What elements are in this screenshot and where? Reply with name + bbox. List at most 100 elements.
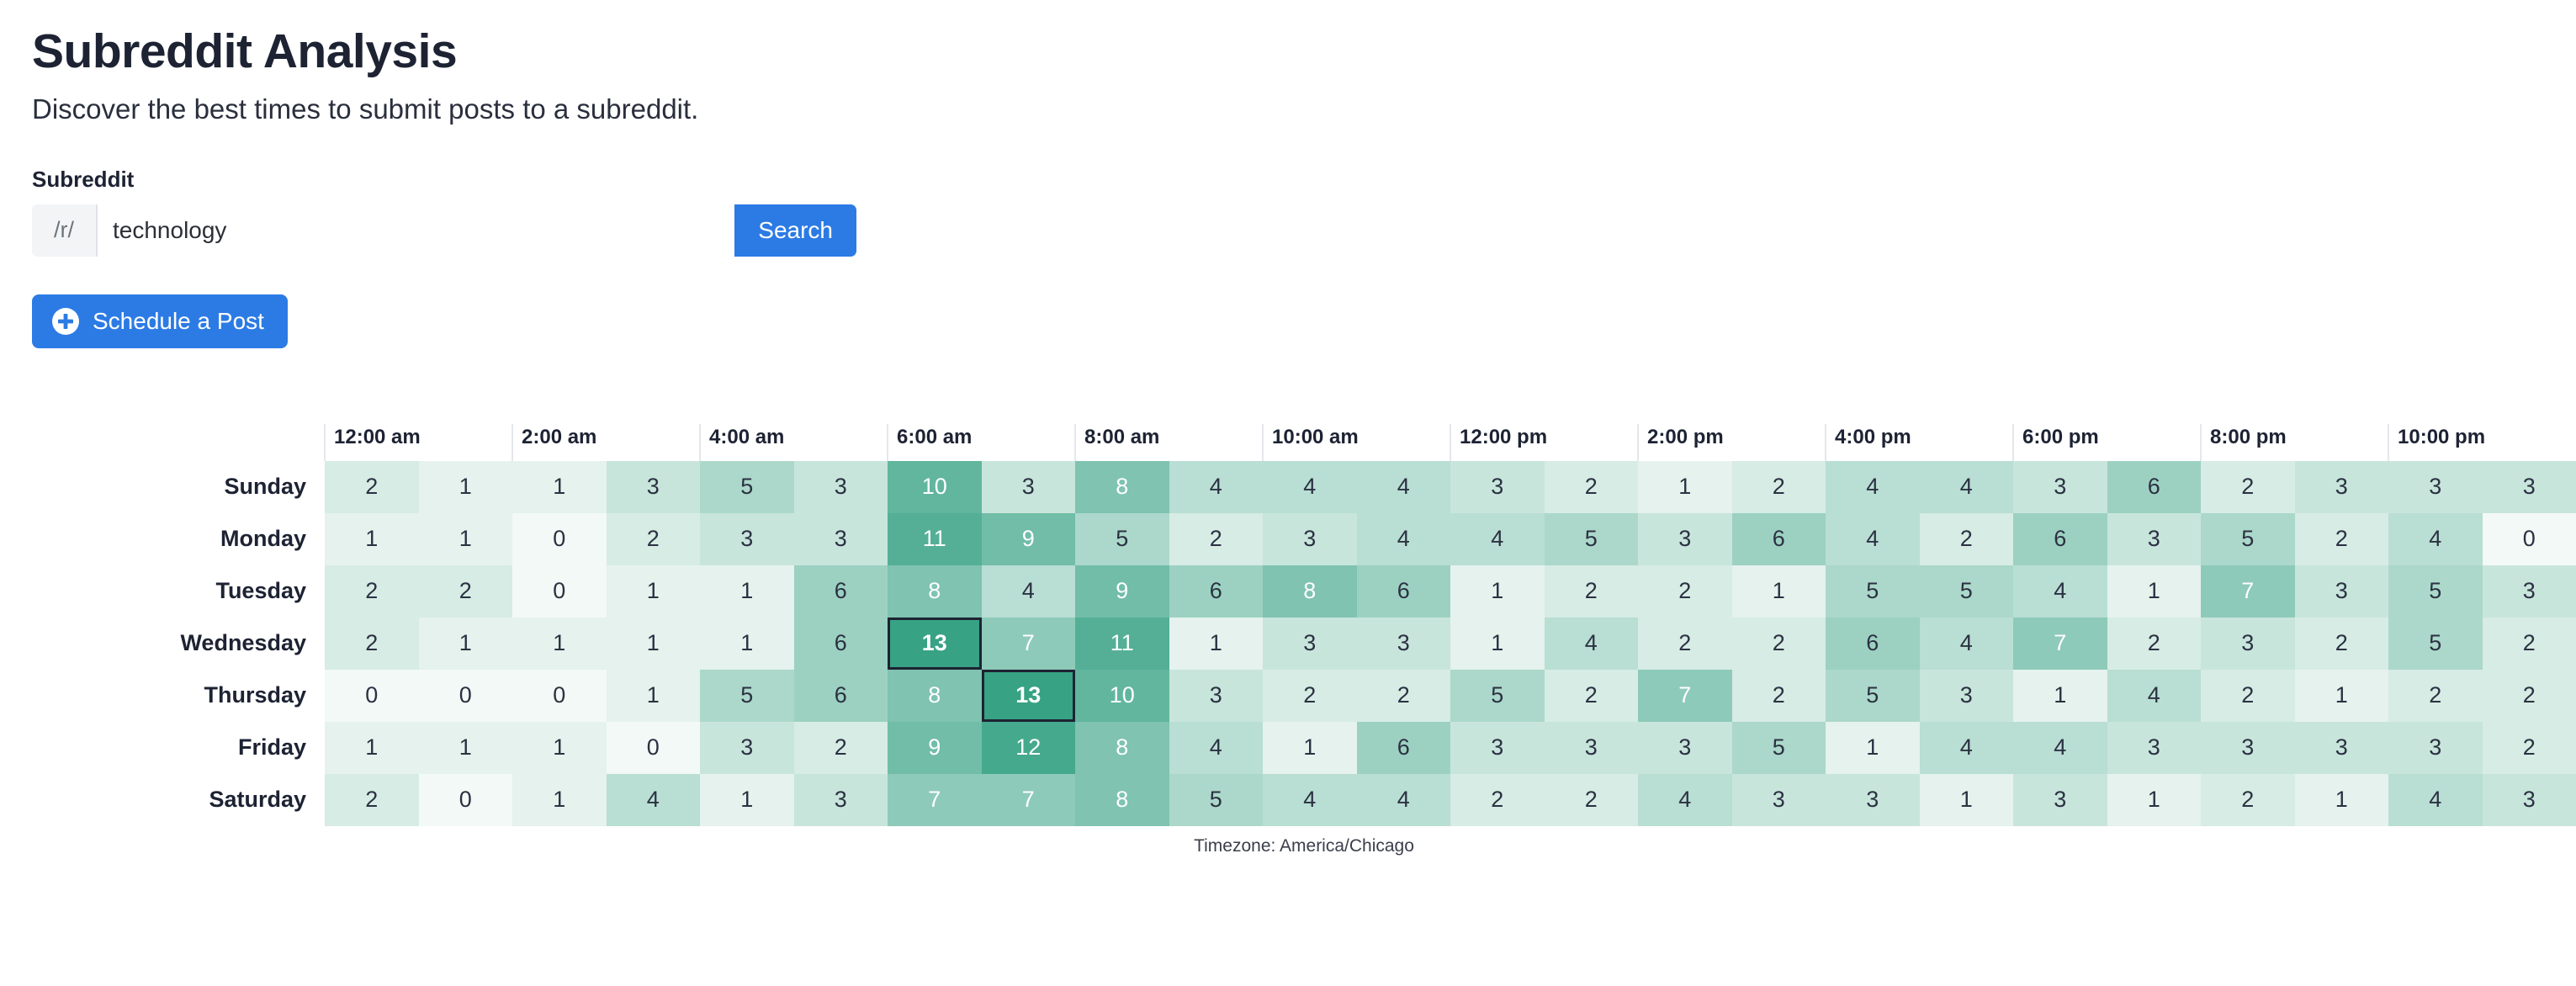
heatmap-cell[interactable]: 3 — [793, 512, 888, 565]
heatmap-cell[interactable]: 3 — [2482, 773, 2576, 826]
heatmap-cell[interactable]: 2 — [793, 721, 888, 774]
heatmap-cell[interactable]: 3 — [793, 773, 888, 826]
heatmap-cell[interactable]: 7 — [981, 773, 1075, 826]
heatmap-cell[interactable]: 4 — [1638, 773, 1732, 826]
heatmap-cell[interactable]: 4 — [1169, 721, 1263, 774]
heatmap-cell[interactable]: 2 — [2482, 617, 2576, 670]
heatmap-cell[interactable]: 2 — [2201, 669, 2295, 722]
heatmap-cell[interactable]: 1 — [1638, 460, 1732, 513]
heatmap-cell[interactable]: 4 — [1356, 773, 1450, 826]
heatmap-cell[interactable]: 2 — [2107, 617, 2201, 670]
heatmap-cell[interactable]: 5 — [700, 460, 794, 513]
heatmap-cell[interactable]: 2 — [325, 460, 419, 513]
heatmap-cell[interactable]: 12 — [981, 721, 1075, 774]
heatmap-cell[interactable]: 1 — [512, 617, 607, 670]
heatmap-cell[interactable]: 5 — [1826, 669, 1920, 722]
heatmap-cell[interactable]: 1 — [512, 773, 607, 826]
heatmap-cell[interactable]: 1 — [418, 721, 512, 774]
heatmap-cell[interactable]: 2 — [2482, 721, 2576, 774]
subreddit-input[interactable] — [98, 204, 735, 257]
heatmap-cell[interactable]: 4 — [1263, 773, 1357, 826]
heatmap-cell[interactable]: 6 — [1169, 565, 1263, 618]
heatmap-cell[interactable]: 1 — [700, 773, 794, 826]
heatmap-cell[interactable]: 1 — [2294, 773, 2388, 826]
heatmap-cell[interactable]: 1 — [418, 512, 512, 565]
heatmap-cell[interactable]: 2 — [1169, 512, 1263, 565]
heatmap-cell[interactable]: 0 — [2482, 512, 2576, 565]
heatmap-cell[interactable]: 1 — [325, 721, 419, 774]
heatmap-cell[interactable]: 1 — [1919, 773, 2013, 826]
heatmap-cell[interactable]: 2 — [606, 512, 700, 565]
heatmap-cell[interactable]: 1 — [606, 669, 700, 722]
heatmap-cell[interactable]: 7 — [1638, 669, 1732, 722]
heatmap-cell[interactable]: 3 — [2294, 460, 2388, 513]
heatmap-cell[interactable]: 6 — [1356, 721, 1450, 774]
heatmap-cell[interactable]: 3 — [981, 460, 1075, 513]
heatmap-cell[interactable]: 1 — [606, 565, 700, 618]
heatmap-cell[interactable]: 3 — [793, 460, 888, 513]
heatmap-cell[interactable]: 2 — [1731, 460, 1826, 513]
heatmap-cell[interactable]: 3 — [700, 721, 794, 774]
heatmap-cell[interactable]: 4 — [2388, 773, 2483, 826]
heatmap-cell[interactable]: 4 — [2013, 565, 2107, 618]
heatmap-cell[interactable]: 4 — [981, 565, 1075, 618]
heatmap-cell[interactable]: 6 — [2107, 460, 2201, 513]
heatmap-cell[interactable]: 3 — [1450, 721, 1545, 774]
heatmap-cell[interactable]: 1 — [1826, 721, 1920, 774]
heatmap-cell[interactable]: 2 — [1731, 669, 1826, 722]
heatmap-cell[interactable]: 3 — [1356, 617, 1450, 670]
heatmap-cell[interactable]: 1 — [418, 460, 512, 513]
heatmap-cell[interactable]: 2 — [2201, 773, 2295, 826]
heatmap-cell[interactable]: 4 — [2107, 669, 2201, 722]
heatmap-cell[interactable]: 2 — [1544, 669, 1638, 722]
heatmap-cell[interactable]: 9 — [981, 512, 1075, 565]
heatmap-cell[interactable]: 1 — [1450, 617, 1545, 670]
heatmap-cell[interactable]: 2 — [1450, 773, 1545, 826]
heatmap-cell[interactable]: 2 — [1263, 669, 1357, 722]
heatmap-cell[interactable]: 2 — [2482, 669, 2576, 722]
search-button[interactable]: Search — [734, 204, 856, 257]
heatmap-cell[interactable]: 3 — [2294, 565, 2388, 618]
heatmap-cell[interactable]: 2 — [2388, 669, 2483, 722]
heatmap-cell[interactable]: 4 — [1356, 460, 1450, 513]
heatmap-cell[interactable]: 6 — [793, 565, 888, 618]
heatmap-cell[interactable]: 1 — [512, 721, 607, 774]
heatmap-cell[interactable]: 3 — [2482, 460, 2576, 513]
heatmap-cell[interactable]: 2 — [2294, 617, 2388, 670]
heatmap-cell[interactable]: 3 — [1919, 669, 2013, 722]
heatmap-cell[interactable]: 4 — [1544, 617, 1638, 670]
heatmap-cell[interactable]: 1 — [2013, 669, 2107, 722]
heatmap-cell[interactable]: 1 — [2107, 773, 2201, 826]
heatmap-cell[interactable]: 4 — [1356, 512, 1450, 565]
heatmap-cell[interactable]: 7 — [2201, 565, 2295, 618]
heatmap-cell[interactable]: 0 — [512, 565, 607, 618]
heatmap-cell[interactable]: 3 — [2201, 617, 2295, 670]
heatmap-cell[interactable]: 2 — [325, 617, 419, 670]
heatmap-cell[interactable]: 5 — [1169, 773, 1263, 826]
heatmap-cell[interactable]: 5 — [1826, 565, 1920, 618]
heatmap-cell[interactable]: 2 — [1356, 669, 1450, 722]
heatmap-cell[interactable]: 3 — [1450, 460, 1545, 513]
heatmap-cell[interactable]: 4 — [1263, 460, 1357, 513]
heatmap-cell[interactable]: 5 — [1075, 512, 1169, 565]
heatmap-cell[interactable]: 13 — [981, 669, 1075, 722]
heatmap-cell[interactable]: 2 — [325, 773, 419, 826]
heatmap-cell[interactable]: 4 — [2013, 721, 2107, 774]
heatmap-cell[interactable]: 6 — [2013, 512, 2107, 565]
heatmap-cell[interactable]: 5 — [700, 669, 794, 722]
heatmap-cell[interactable]: 3 — [1544, 721, 1638, 774]
heatmap-cell[interactable]: 1 — [512, 460, 607, 513]
heatmap-cell[interactable]: 10 — [888, 460, 982, 513]
heatmap-cell[interactable]: 7 — [888, 773, 982, 826]
heatmap-cell[interactable]: 2 — [1919, 512, 2013, 565]
heatmap-cell[interactable]: 0 — [418, 773, 512, 826]
heatmap-cell[interactable]: 2 — [1638, 617, 1732, 670]
heatmap-cell[interactable]: 5 — [2388, 565, 2483, 618]
heatmap-cell[interactable]: 7 — [2013, 617, 2107, 670]
heatmap-cell[interactable]: 3 — [1731, 773, 1826, 826]
heatmap-cell[interactable]: 5 — [1544, 512, 1638, 565]
heatmap-cell[interactable]: 6 — [1356, 565, 1450, 618]
heatmap-cell[interactable]: 3 — [2107, 721, 2201, 774]
heatmap-cell[interactable]: 4 — [606, 773, 700, 826]
heatmap-cell[interactable]: 1 — [1731, 565, 1826, 618]
